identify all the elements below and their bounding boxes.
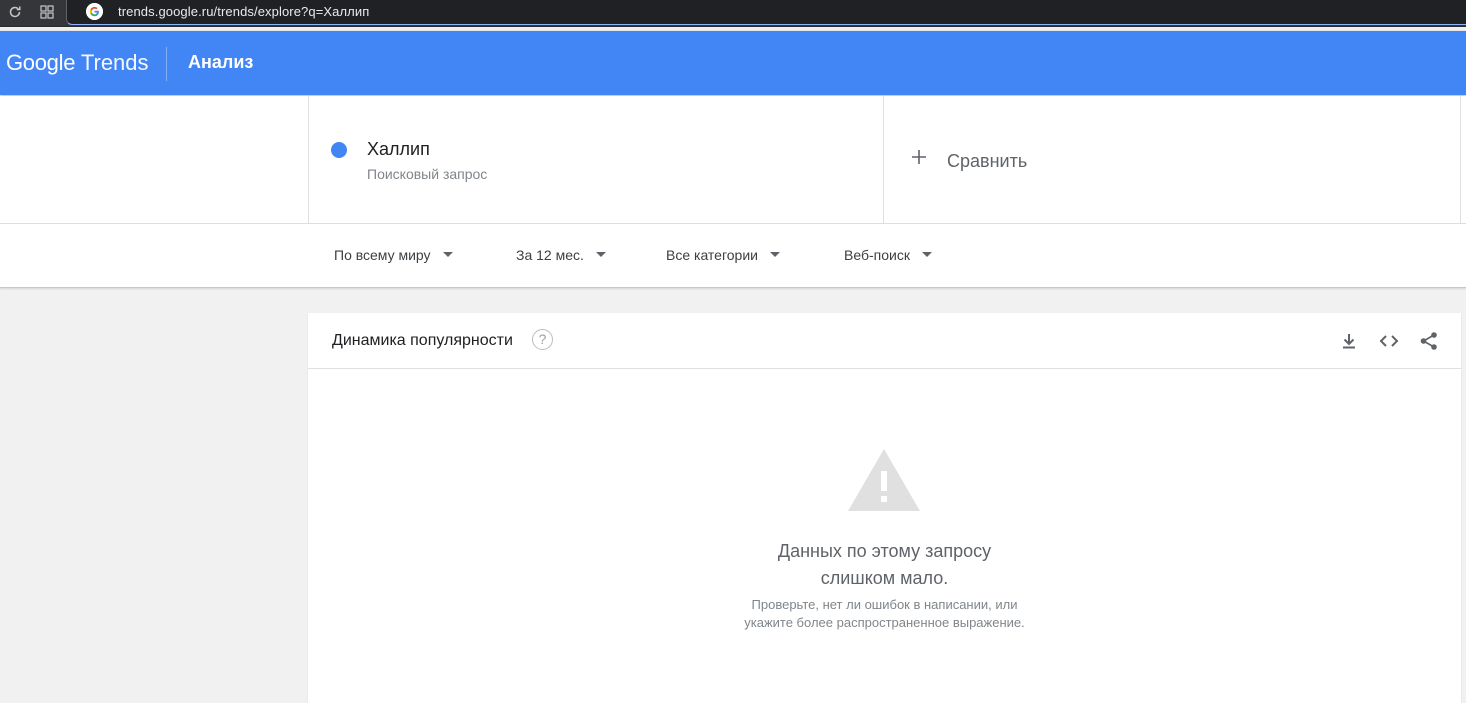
caret-down-icon bbox=[442, 252, 453, 257]
card-title: Динамика популярности bbox=[332, 332, 513, 349]
filters-row: По всему миру За 12 мес. Все категории В… bbox=[0, 224, 1466, 288]
search-terms-row: Халлип Поисковый запрос Сравнить bbox=[0, 96, 1466, 224]
trends-header: Google Trends Анализ bbox=[0, 31, 1466, 95]
interest-over-time-card: Динамика популярности ? Данных по этому … bbox=[308, 313, 1461, 703]
download-icon[interactable] bbox=[1338, 330, 1360, 352]
term-name: Халлип bbox=[367, 139, 430, 159]
warning-icon bbox=[848, 449, 920, 511]
term-color-dot bbox=[331, 142, 347, 158]
page-title: Анализ bbox=[188, 52, 254, 72]
empty-hint-line-1: Проверьте, нет ли ошибок в написании, ил… bbox=[751, 597, 1018, 612]
empty-title-line-2: слишком мало. bbox=[820, 568, 949, 588]
compare-label: Сравнить bbox=[947, 151, 1028, 171]
term-type: Поисковый запрос bbox=[367, 166, 488, 182]
help-icon[interactable]: ? bbox=[532, 329, 553, 350]
google-g-icon bbox=[86, 3, 103, 20]
reload-icon[interactable] bbox=[7, 4, 23, 20]
filter-category-dropdown[interactable]: Все категории bbox=[666, 247, 780, 263]
filter-region-dropdown[interactable]: По всему миру bbox=[334, 247, 453, 263]
address-bar[interactable]: trends.google.ru/trends/explore?q=Халлип bbox=[66, 0, 1466, 25]
empty-hint-line-2: укажите более распространенное выражение… bbox=[744, 615, 1025, 630]
plus-icon bbox=[912, 150, 926, 164]
empty-state-hint: Проверьте, нет ли ошибок в написании, ил… bbox=[308, 596, 1461, 632]
embed-code-icon[interactable] bbox=[1378, 330, 1400, 352]
empty-title-line-1: Данных по этому запросу bbox=[777, 541, 992, 561]
caret-down-icon bbox=[921, 252, 932, 257]
filter-period-label: За 12 мес. bbox=[516, 247, 584, 263]
empty-state-title: Данных по этому запросу слишком мало. bbox=[308, 538, 1461, 592]
caret-down-icon bbox=[769, 252, 780, 257]
caret-down-icon bbox=[595, 252, 606, 257]
card-header: Динамика популярности ? bbox=[308, 313, 1461, 369]
empty-state: Данных по этому запросу слишком мало. Пр… bbox=[308, 369, 1461, 703]
logo-trends-text: Trends bbox=[80, 50, 149, 75]
logo-google-text: Google bbox=[6, 50, 76, 75]
apps-grid-icon[interactable] bbox=[39, 4, 55, 20]
filter-search-type-label: Веб-поиск bbox=[844, 247, 910, 263]
header-divider bbox=[166, 47, 167, 81]
google-trends-logo[interactable]: Google Trends bbox=[6, 50, 149, 76]
filter-search-type-dropdown[interactable]: Веб-поиск bbox=[844, 247, 932, 263]
share-icon[interactable] bbox=[1418, 330, 1440, 352]
compare-button[interactable]: Сравнить bbox=[884, 96, 1461, 223]
browser-toolbar: trends.google.ru/trends/explore?q=Халлип bbox=[0, 0, 1466, 27]
filter-region-label: По всему миру bbox=[334, 247, 431, 263]
filter-category-label: Все категории bbox=[666, 247, 758, 263]
filter-period-dropdown[interactable]: За 12 мес. bbox=[516, 247, 606, 263]
url-text[interactable]: trends.google.ru/trends/explore?q=Халлип bbox=[118, 4, 369, 19]
search-term-card[interactable]: Халлип Поисковый запрос bbox=[308, 96, 884, 223]
